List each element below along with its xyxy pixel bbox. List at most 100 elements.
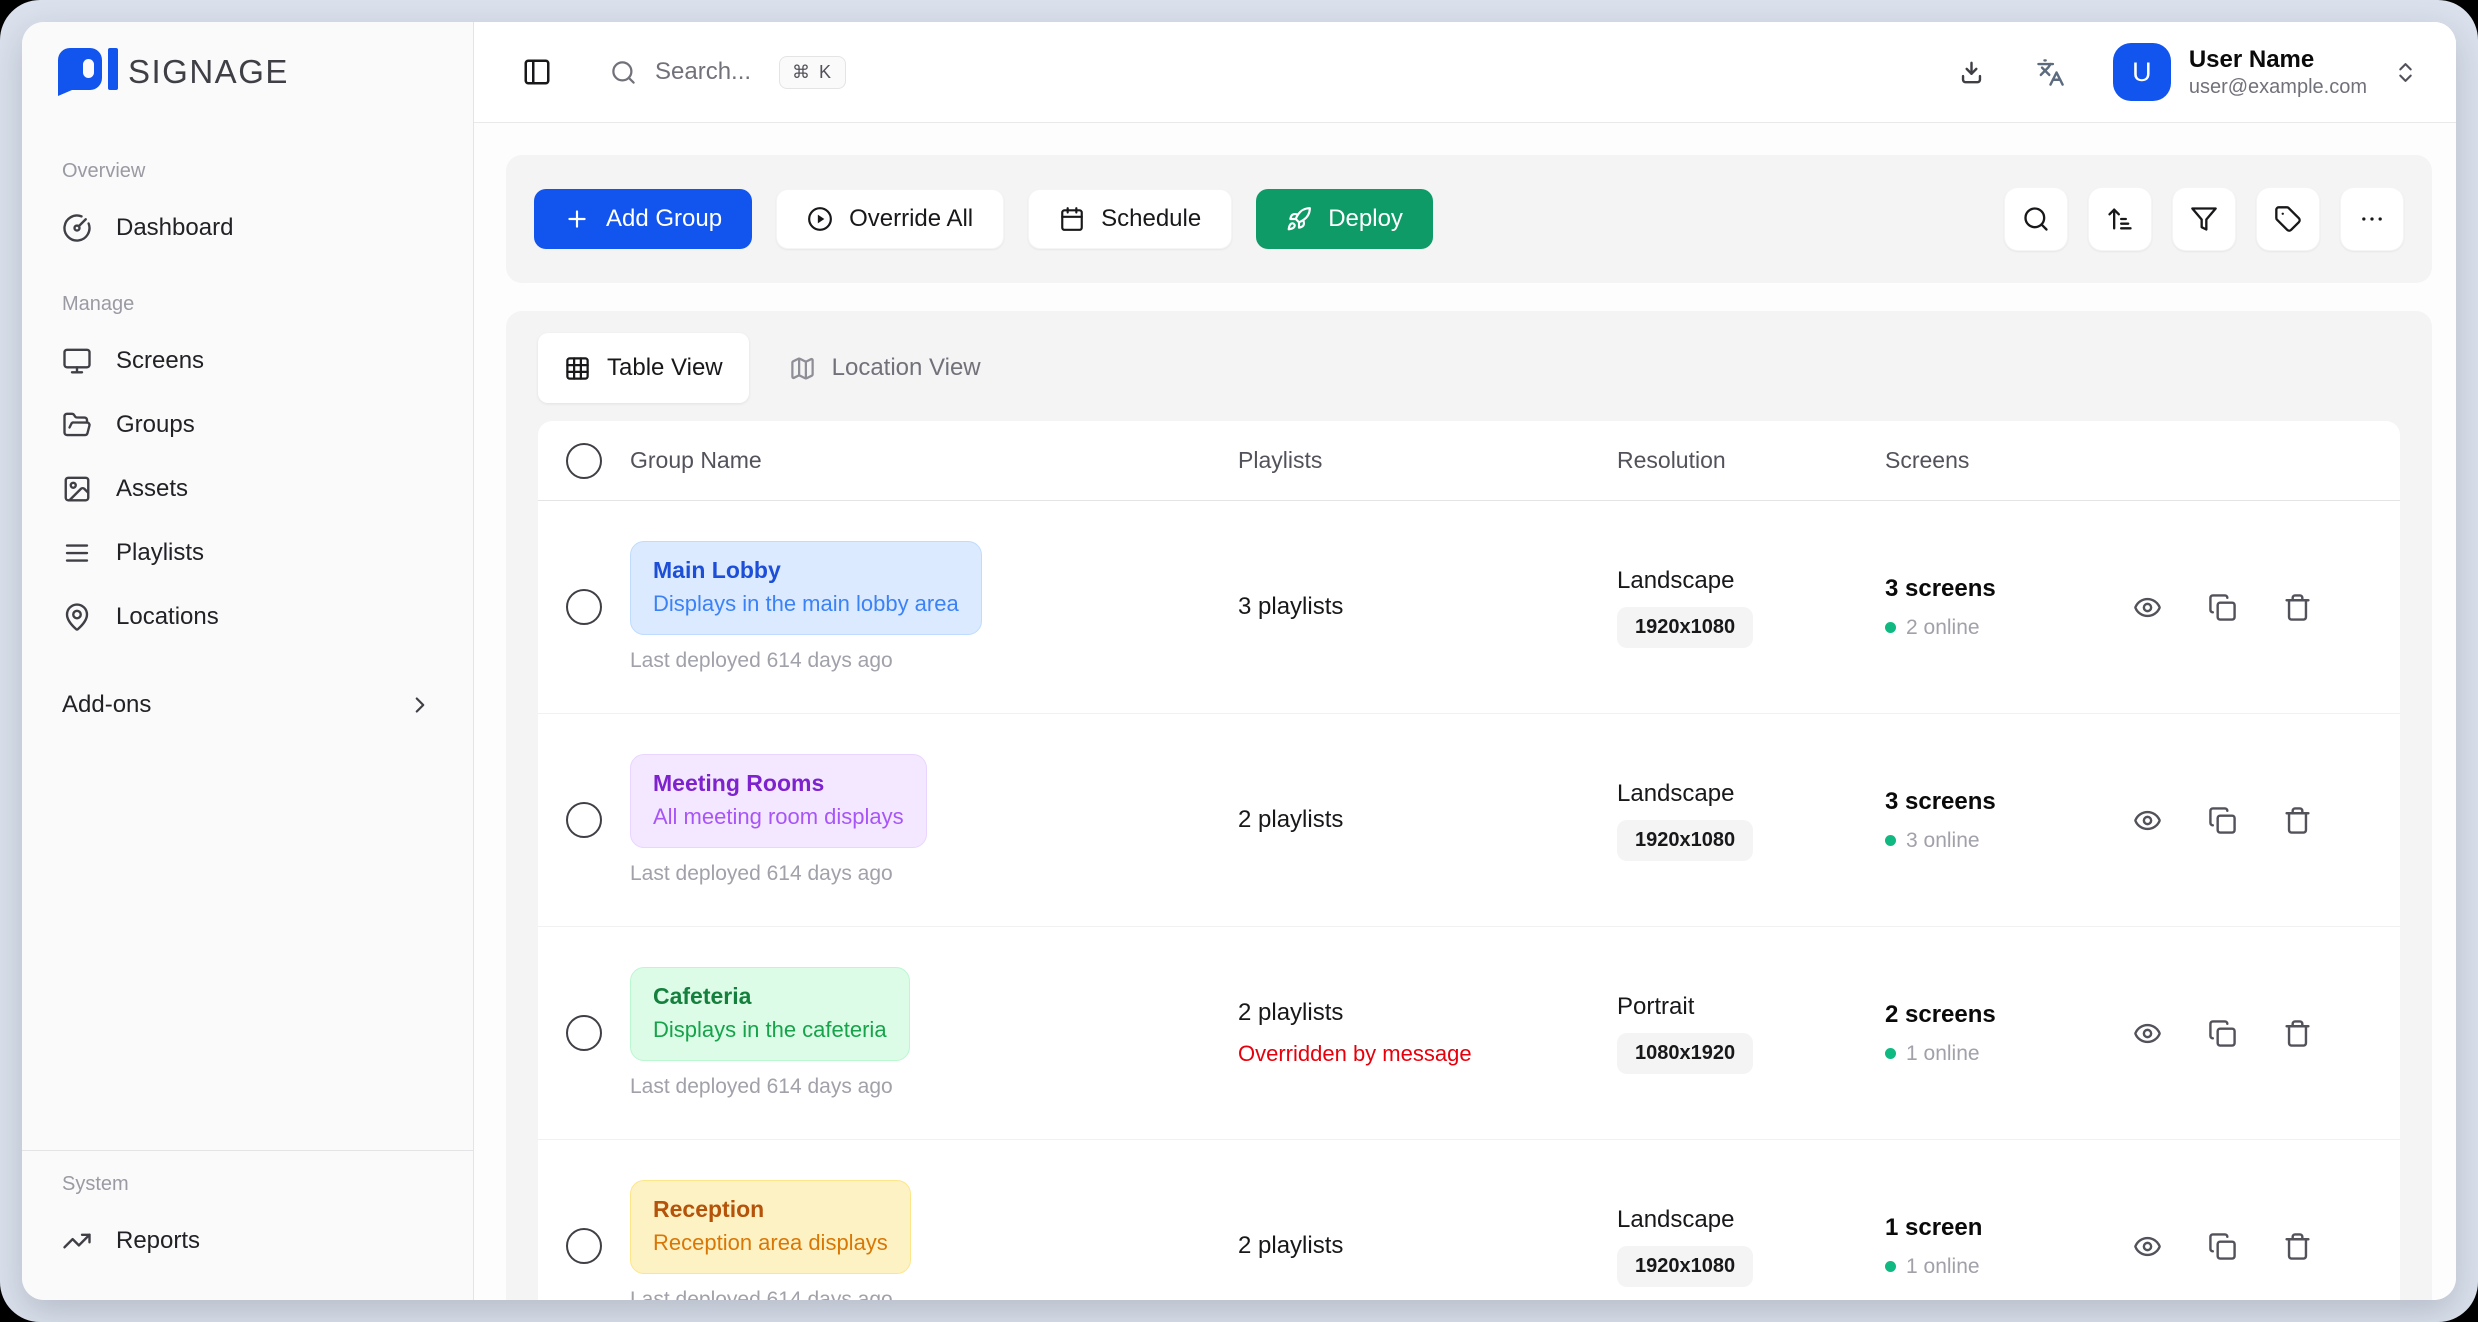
sidebar-item-playlists[interactable]: Playlists (50, 522, 445, 584)
duplicate-button[interactable] (2208, 806, 2237, 835)
trash-icon (2283, 1232, 2312, 1261)
sidebar-item-add-ons[interactable]: Add-ons (50, 674, 445, 736)
ellipsis-icon (2358, 205, 2386, 233)
online-count: 3 online (1906, 829, 1980, 853)
duplicate-button[interactable] (2208, 1232, 2237, 1261)
copy-icon (2208, 1019, 2237, 1048)
user-menu-button[interactable] (2393, 60, 2418, 85)
delete-button[interactable] (2283, 1019, 2312, 1048)
language-button[interactable] (2028, 50, 2073, 95)
resolution-badge: 1920x1080 (1617, 607, 1753, 648)
row-checkbox[interactable] (566, 589, 602, 625)
group-description: All meeting room displays (653, 804, 904, 830)
playlists-count: 2 playlists (1238, 1232, 1617, 1260)
row-checkbox[interactable] (566, 1015, 602, 1051)
user-email: user@example.com (2189, 75, 2367, 100)
sidebar-item-groups[interactable]: Groups (50, 394, 445, 456)
group-name: Cafeteria (653, 983, 887, 1010)
search-icon (610, 59, 637, 86)
orientation: Landscape (1617, 1206, 1885, 1234)
trash-icon (2283, 1019, 2312, 1048)
last-deployed: Last deployed 614 days ago (630, 1288, 1238, 1300)
sort-ascending-icon (2106, 205, 2134, 233)
page-content: Add Group Override All Schedule Deploy (474, 123, 2456, 1300)
circle-gauge-icon (62, 213, 92, 243)
group-badge[interactable]: Reception Reception area displays (630, 1180, 911, 1274)
sidebar-item-label: Playlists (116, 539, 204, 567)
table-header-row: Group Name Playlists Resolution Screens (538, 421, 2400, 501)
group-description: Displays in the cafeteria (653, 1017, 887, 1043)
user-name: User Name (2189, 45, 2367, 75)
tags-button[interactable] (2256, 187, 2320, 251)
add-group-button[interactable]: Add Group (534, 189, 752, 249)
table-row: Main Lobby Displays in the main lobby ar… (538, 501, 2400, 714)
group-name: Reception (653, 1196, 888, 1223)
online-dot (1885, 1048, 1896, 1059)
search-placeholder: Search... (655, 58, 751, 86)
select-all-checkbox[interactable] (566, 443, 602, 479)
delete-button[interactable] (2283, 806, 2312, 835)
sidebar-item-label: Locations (116, 603, 219, 631)
table-row: Meeting Rooms All meeting room displays … (538, 714, 2400, 927)
top-header: Search... ⌘ K U User Name user@example.c… (474, 22, 2456, 123)
image-icon (62, 474, 92, 504)
eye-icon (2133, 1232, 2162, 1261)
view-button[interactable] (2133, 806, 2162, 835)
deploy-button[interactable]: Deploy (1256, 189, 1433, 249)
online-count: 1 online (1906, 1255, 1980, 1279)
search-shortcut-badge: ⌘ K (779, 56, 846, 89)
groups-table: Group Name Playlists Resolution Screens … (538, 421, 2400, 1300)
download-button[interactable] (1949, 50, 1994, 95)
folder-open-icon (62, 410, 92, 440)
sidebar-item-reports[interactable]: Reports (50, 1210, 445, 1272)
tab-table-view[interactable]: Table View (538, 333, 749, 403)
trending-up-icon (62, 1226, 92, 1256)
filter-button[interactable] (2172, 187, 2236, 251)
group-name: Meeting Rooms (653, 770, 904, 797)
sidebar-toggle-button[interactable] (522, 57, 552, 87)
calendar-icon (1059, 206, 1085, 232)
sidebar-item-screens[interactable]: Screens (50, 330, 445, 392)
group-badge[interactable]: Main Lobby Displays in the main lobby ar… (630, 541, 982, 635)
online-count: 2 online (1906, 616, 1980, 640)
search-input[interactable]: Search... ⌘ K (610, 56, 846, 89)
screens-count: 2 screens (1885, 1001, 2133, 1029)
more-options-button[interactable] (2340, 187, 2404, 251)
search-icon (2022, 205, 2050, 233)
avatar[interactable]: U (2113, 43, 2171, 101)
schedule-button[interactable]: Schedule (1028, 189, 1232, 249)
duplicate-button[interactable] (2208, 1019, 2237, 1048)
sidebar-item-dashboard[interactable]: Dashboard (50, 197, 445, 259)
schedule-label: Schedule (1101, 205, 1201, 233)
view-button[interactable] (2133, 1232, 2162, 1261)
duplicate-button[interactable] (2208, 593, 2237, 622)
header-actions: U User Name user@example.com (1949, 43, 2418, 101)
copy-icon (2208, 806, 2237, 835)
sidebar-item-label: Assets (116, 475, 188, 503)
view-button[interactable] (2133, 1019, 2162, 1048)
resolution-badge: 1920x1080 (1617, 1246, 1753, 1287)
sidebar-item-locations[interactable]: Locations (50, 586, 445, 648)
delete-button[interactable] (2283, 1232, 2312, 1261)
row-checkbox[interactable] (566, 802, 602, 838)
playlists-count: 2 playlists (1238, 999, 1617, 1027)
monitor-icon (62, 346, 92, 376)
orientation: Portrait (1617, 993, 1885, 1021)
section-label-system: System (62, 1173, 433, 1196)
delete-button[interactable] (2283, 593, 2312, 622)
group-badge[interactable]: Meeting Rooms All meeting room displays (630, 754, 927, 848)
tab-location-view[interactable]: Location View (763, 333, 1007, 403)
search-groups-button[interactable] (2004, 187, 2068, 251)
group-toolbar: Add Group Override All Schedule Deploy (506, 155, 2432, 283)
override-all-button[interactable]: Override All (776, 189, 1004, 249)
row-checkbox[interactable] (566, 1228, 602, 1264)
tab-table-view-label: Table View (607, 354, 723, 382)
group-name: Main Lobby (653, 557, 959, 584)
group-badge[interactable]: Cafeteria Displays in the cafeteria (630, 967, 910, 1061)
playlists-count: 3 playlists (1238, 593, 1617, 621)
view-tabs: Table View Location View (538, 333, 2400, 403)
sort-button[interactable] (2088, 187, 2152, 251)
view-button[interactable] (2133, 593, 2162, 622)
resolution-badge: 1920x1080 (1617, 820, 1753, 861)
sidebar-item-assets[interactable]: Assets (50, 458, 445, 520)
